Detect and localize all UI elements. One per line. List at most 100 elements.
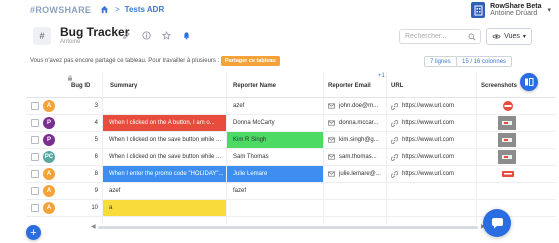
cell-bug-id[interactable]: 8 <box>72 166 102 182</box>
app-logo-icon <box>471 2 486 18</box>
home-icon[interactable] <box>100 5 109 14</box>
panel-icon <box>525 78 534 86</box>
column-header-screenshots[interactable]: Screenshots <box>481 83 517 89</box>
cell-bug-id[interactable]: 3 <box>72 98 102 114</box>
edit-icon[interactable] <box>122 31 131 40</box>
table-row[interactable]: A 3 azef john.doe@m... https://www.url.com <box>26 98 556 115</box>
mail-icon <box>328 154 335 160</box>
cell-reporter-email[interactable]: sam.thomas... <box>328 149 386 165</box>
user-app-name: RowShare Beta <box>490 3 542 10</box>
table-row[interactable]: P 5 When I clicked on the save button whil… <box>26 132 556 149</box>
scroll-left-icon[interactable]: ◀ <box>91 223 96 230</box>
row-checkbox[interactable] <box>31 204 39 212</box>
cell-summary[interactable] <box>103 98 226 114</box>
avatar: P <box>43 117 55 129</box>
cell-url[interactable]: https://www.url.com <box>391 149 476 165</box>
column-header-bug-id[interactable]: Bug ID <box>71 83 90 89</box>
add-column-icon[interactable]: +1 <box>378 73 385 79</box>
cell-url-text: https://www.url.com <box>402 103 455 109</box>
screenshot-thumbnail[interactable] <box>478 150 516 164</box>
cell-reporter-name[interactable]: azef <box>227 98 323 114</box>
table-icon: # <box>33 27 51 45</box>
cell-summary-text: When I clicked on the A button, I am o..… <box>109 120 215 126</box>
avatar: P <box>43 134 55 146</box>
cell-reporter-name[interactable]: fazef <box>227 183 323 199</box>
cell-summary[interactable]: When I clicked on the save button while … <box>103 149 226 165</box>
user-menu[interactable]: RowShare Beta Antoine Drúard ▾ <box>471 2 551 18</box>
cell-reporter-email-text: sam.thomas... <box>339 154 377 160</box>
star-icon[interactable] <box>162 31 171 40</box>
avatar: A <box>43 100 55 112</box>
row-checkbox[interactable] <box>31 153 39 161</box>
column-header-reporter-email[interactable]: Reporter Email <box>328 83 371 89</box>
cell-summary[interactable]: a <box>103 200 226 216</box>
table-row[interactable]: PC 6 When I clicked on the save button whi… <box>26 149 556 166</box>
info-icon[interactable] <box>142 31 151 40</box>
cell-reporter-name[interactable]: Donna McCarty <box>227 115 323 131</box>
views-label: Vues <box>504 33 520 40</box>
column-header-summary[interactable]: Summary <box>110 83 137 89</box>
avatar: A <box>43 202 55 214</box>
screenshot-thumbnail[interactable] <box>478 167 516 181</box>
cell-summary[interactable]: When I clicked on the A button, I am o..… <box>103 115 226 131</box>
table-row[interactable]: A 10 a <box>26 200 556 217</box>
breadcrumb-folder[interactable]: Tests ADR <box>125 5 165 14</box>
row-checkbox[interactable] <box>31 102 39 110</box>
link-icon <box>391 136 398 144</box>
cell-bug-id[interactable]: 6 <box>72 149 102 165</box>
column-header-reporter-name[interactable]: Reporter Name <box>233 83 276 89</box>
cell-reporter-name-text: fazef <box>233 188 247 194</box>
cell-bug-id[interactable]: 4 <box>72 115 102 131</box>
link-icon <box>391 170 398 178</box>
cell-reporter-email[interactable]: john.doe@m... <box>328 98 386 114</box>
logo-text: ROWSHARE <box>35 5 92 15</box>
search-icon[interactable] <box>468 33 476 41</box>
chat-button[interactable] <box>483 209 511 237</box>
screenshot-thumbnail[interactable] <box>478 133 516 147</box>
table-row[interactable]: P 4 When I clicked on the A button, I am o… <box>26 115 556 132</box>
cell-reporter-name[interactable] <box>227 200 323 216</box>
cell-url[interactable]: https://www.url.com <box>391 132 476 148</box>
row-checkbox[interactable] <box>31 119 39 127</box>
cell-url[interactable]: https://www.url.com <box>391 115 476 131</box>
cell-reporter-name[interactable]: Sam Thomas <box>227 149 323 165</box>
cell-bug-id[interactable]: 9 <box>72 183 102 199</box>
table-row[interactable]: A 9 azef fazef <box>26 183 556 200</box>
search-input[interactable] <box>405 33 465 40</box>
bell-icon[interactable] <box>182 31 191 40</box>
row-checkbox[interactable] <box>31 187 39 195</box>
views-button[interactable]: Vues ▾ <box>486 28 532 45</box>
column-header-url[interactable]: URL <box>391 83 403 89</box>
cell-reporter-name[interactable]: Julie Lemare <box>227 166 323 182</box>
add-row-button[interactable]: + <box>26 225 41 240</box>
column-count-button[interactable]: 15 / 16 colonnes <box>456 56 513 67</box>
avatar: A <box>43 185 55 197</box>
page-subtitle: Antoine <box>60 39 81 45</box>
cell-reporter-name[interactable]: Kim R Singh <box>227 132 323 148</box>
horizontal-scrollbar[interactable] <box>98 226 478 229</box>
cell-reporter-email[interactable]: julie.lemare@... <box>328 166 386 182</box>
table-row[interactable]: A 8 When I enter the promo code "HOLIDAY".… <box>26 166 556 183</box>
cell-summary[interactable]: When I enter the promo code "HOLIDAY"... <box>103 166 226 182</box>
side-panel-button[interactable] <box>520 73 538 91</box>
screenshot-thumbnail[interactable] <box>478 99 516 113</box>
cell-reporter-name-text: Donna McCarty <box>233 120 275 126</box>
avatar: A <box>43 168 55 180</box>
cell-summary[interactable]: When I clicked on the save button while … <box>103 132 226 148</box>
cell-bug-id[interactable]: 10 <box>72 200 102 216</box>
row-checkbox[interactable] <box>31 170 39 178</box>
cell-summary[interactable]: azef <box>103 183 226 199</box>
row-checkbox[interactable] <box>31 136 39 144</box>
logo[interactable]: #ROWSHARE <box>30 5 91 15</box>
screenshot-thumbnail[interactable] <box>478 116 516 130</box>
cell-url[interactable]: https://www.url.com <box>391 166 476 182</box>
page-title: Bug Tracker <box>60 25 130 39</box>
cell-reporter-email[interactable]: donna.mccar... <box>328 115 386 131</box>
share-table-button[interactable]: Partager ce tableau <box>221 56 280 66</box>
cell-url-text: https://www.url.com <box>402 137 455 143</box>
cell-url[interactable]: https://www.url.com <box>391 98 476 114</box>
cell-bug-id[interactable]: 5 <box>72 132 102 148</box>
cell-reporter-email[interactable]: kim.singh@g... <box>328 132 386 148</box>
row-count-button[interactable]: 7 lignes <box>424 56 457 67</box>
avatar: PC <box>43 151 55 163</box>
